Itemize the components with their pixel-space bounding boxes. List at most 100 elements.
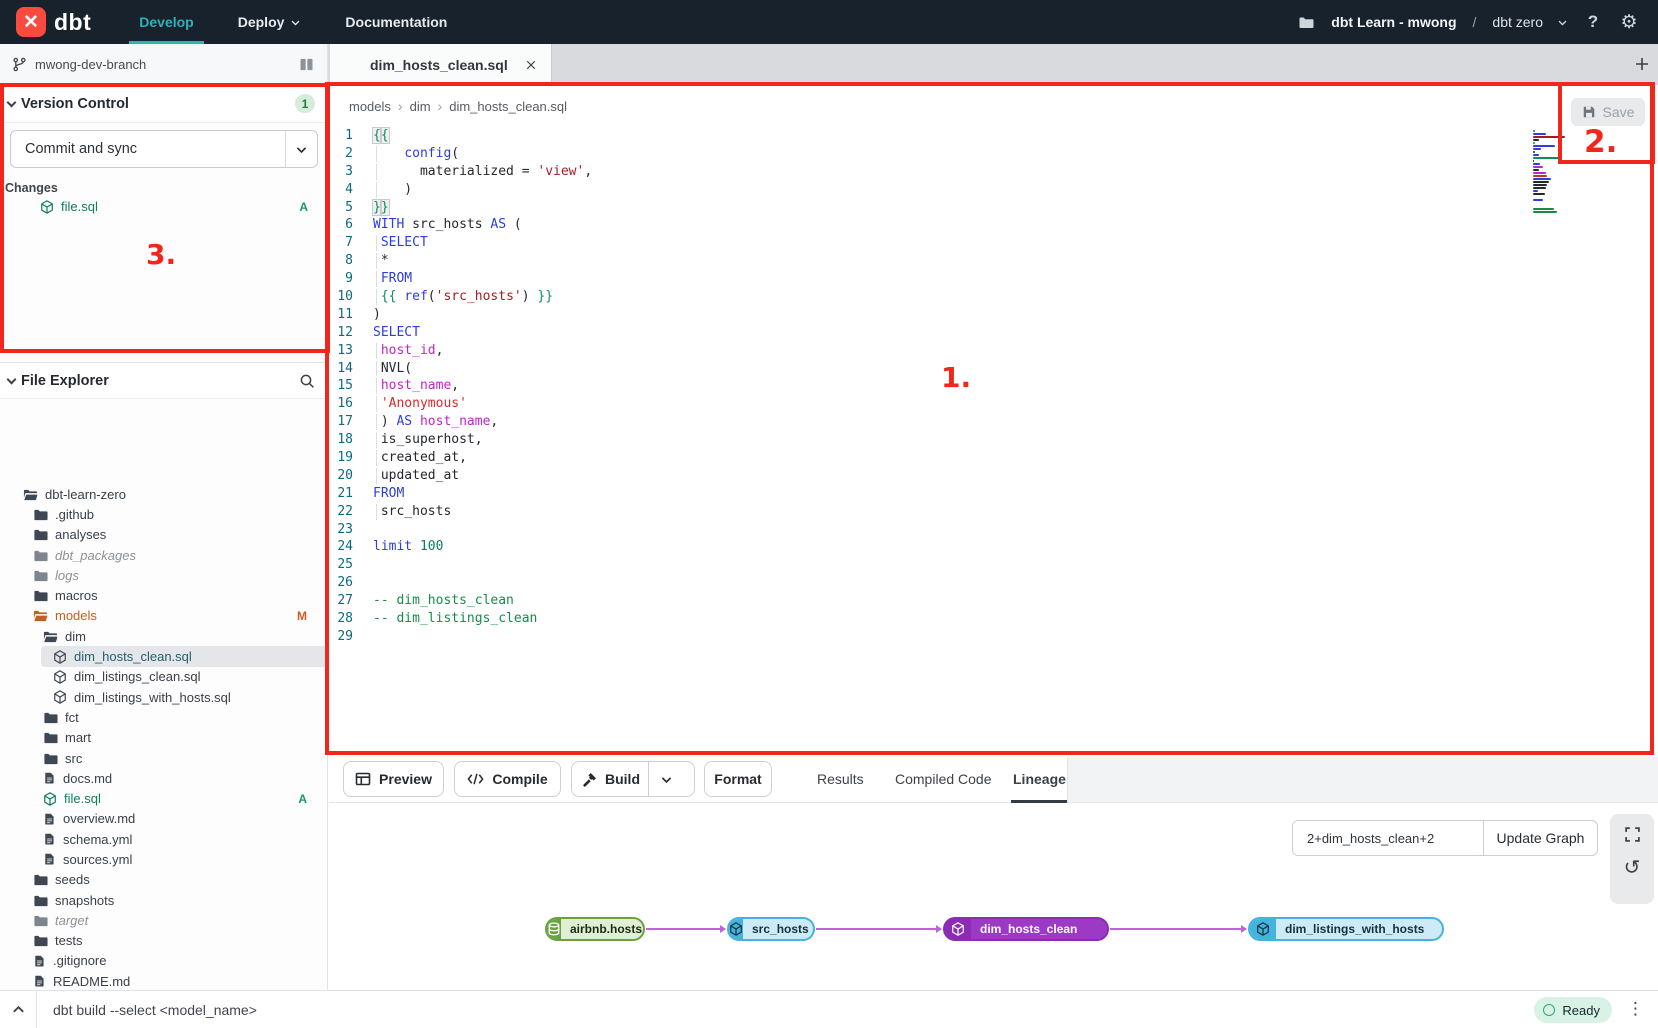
tab-compiled-code[interactable]: Compiled Code [895,757,992,800]
build-options-dropdown[interactable] [648,762,684,796]
account-separator: / [1471,14,1479,30]
changes-label: Changes [5,181,58,195]
tree-item-snapshots[interactable]: snapshots [0,890,327,910]
tree-item-mart[interactable]: mart [0,728,327,748]
file-explorer-section: File Explorer dbt-learn-zero.githubanaly… [0,362,327,399]
file-explorer-header[interactable]: File Explorer [0,362,327,399]
kebab-menu-icon[interactable]: ⋮ [1627,999,1644,1019]
tree-item-.github[interactable]: .github [0,504,327,524]
tab-results[interactable]: Results [817,757,864,800]
chevron-up-icon[interactable] [0,1002,36,1017]
file-icon [33,974,46,988]
minimap-line [1533,130,1535,132]
minimap-line [1533,196,1573,198]
gear-icon[interactable]: ⚙ [1618,11,1640,33]
tree-item-dim_hosts_clean.sql[interactable]: dim_hosts_clean.sql [41,646,327,666]
tree-item-dbt_packages[interactable]: dbt_packages [0,545,327,565]
help-icon[interactable]: ? [1582,11,1604,33]
minimap-line [1533,208,1554,210]
tree-item-dim[interactable]: dim [0,626,327,646]
tree-item-file.sql[interactable]: file.sqlA [0,788,327,808]
commit-and-sync-button[interactable]: Commit and sync [10,130,318,168]
line-number: 19 [329,449,353,467]
chevron-down-icon[interactable] [1557,17,1568,28]
command-bar: dbt build --select <model_name> Ready ⋮ [0,990,1658,1028]
tree-item-src[interactable]: src [0,748,327,768]
lineage-node-dim_listings_with_hosts[interactable]: dim_listings_with_hosts [1248,917,1444,941]
docs-book-icon[interactable] [298,57,315,72]
tree-item-sources.yml[interactable]: sources.yml [0,849,327,869]
tree-item-label: macros [55,588,98,603]
folder-icon [33,913,48,928]
folder-icon [43,730,58,745]
minimap-line [1533,139,1539,141]
command-input[interactable]: dbt build --select <model_name> [53,1002,257,1018]
compile-button[interactable]: Compile [454,761,561,797]
new-tab-icon[interactable] [1634,56,1650,77]
lineage-node-dim_hosts_clean[interactable]: dim_hosts_clean [943,917,1109,941]
top-navbar: ✕ dbt Develop Deploy Documentation dbt L… [0,0,1658,44]
status-badge: M [297,609,307,623]
tree-item-analyses[interactable]: analyses [0,525,327,545]
code-area[interactable]: 1{{2 config(3 materialized = 'view',4 )5… [329,127,1519,646]
minimap-line [1533,166,1543,168]
tree-item-README.md[interactable]: README.md [0,971,327,991]
nav-documentation[interactable]: Documentation [323,0,469,44]
chevron-down-icon [295,143,308,156]
tree-item-overview.md[interactable]: overview.md [0,809,327,829]
code-line-28: 28-- dim_listings_clean [329,610,1519,628]
lineage-graph[interactable]: airbnb.hosts src_hosts dim_hosts_clean dim_… [329,804,1658,990]
line-number: 25 [329,556,353,574]
code-editor[interactable]: models › dim › dim_hosts_clean.sql Save … [329,85,1658,757]
breadcrumb-models[interactable]: models [349,99,391,114]
nav-deploy[interactable]: Deploy [216,0,324,44]
minimap-line [1533,190,1538,192]
tab-lineage[interactable]: Lineage [1013,757,1066,800]
tree-item-fct[interactable]: fct [0,707,327,727]
tree-item-seeds[interactable]: seeds [0,870,327,890]
build-button[interactable]: Build [571,761,695,797]
tree-item-dbt-learn-zero[interactable]: dbt-learn-zero [0,484,327,504]
folder-icon [43,710,58,725]
lineage-node-airbnb.hosts[interactable]: airbnb.hosts [545,917,645,941]
tree-item-label: models [55,608,97,623]
tree-item-.gitignore[interactable]: .gitignore [0,951,327,971]
close-icon[interactable] [525,59,537,71]
tree-item-dim_listings_clean.sql[interactable]: dim_listings_clean.sql [0,667,327,687]
tree-item-logs[interactable]: logs [0,565,327,585]
code-line-8: 8 * [329,252,1519,270]
format-button[interactable]: Format [704,761,772,797]
line-number: 11 [329,306,353,324]
preview-button[interactable]: Preview [343,761,444,797]
minimap-line [1533,181,1549,183]
tree-item-tests[interactable]: tests [0,931,327,951]
model-cube-icon [53,650,67,664]
project-name[interactable]: dbt Learn - mwong [1331,14,1456,30]
ready-status-text: Ready [1562,1003,1600,1018]
code-line-26: 26 [329,574,1519,592]
search-icon[interactable] [299,373,315,389]
changed-file-row[interactable]: file.sql A [0,196,328,217]
branch-name[interactable]: mwong-dev-branch [35,57,146,72]
version-control-header[interactable]: Version Control 1 [0,85,327,123]
tree-item-macros[interactable]: macros [0,585,327,605]
commit-options-dropdown[interactable] [285,131,317,167]
tree-item-label: dim_listings_with_hosts.sql [74,690,231,705]
lineage-node-src_hosts[interactable]: src_hosts [727,917,815,941]
tree-item-schema.yml[interactable]: schema.yml [0,829,327,849]
tree-item-target[interactable]: target [0,910,327,930]
code-line-5: 5}} [329,199,1519,217]
folder-icon [33,872,48,887]
nav-develop[interactable]: Develop [117,0,215,44]
breadcrumb-file[interactable]: dim_hosts_clean.sql [449,99,567,114]
dbt-logo[interactable]: ✕ dbt [0,7,117,37]
save-button[interactable]: Save [1571,98,1645,126]
breadcrumb-dim[interactable]: dim [410,99,431,114]
editor-minimap[interactable] [1533,130,1573,217]
tree-item-dim_listings_with_hosts.sql[interactable]: dim_listings_with_hosts.sql [0,687,327,707]
commit-button-label: Commit and sync [11,141,137,157]
tree-item-docs.md[interactable]: docs.md [0,768,327,788]
environment-name[interactable]: dbt zero [1492,14,1543,30]
tab-dim-hosts-clean[interactable]: dim_hosts_clean.sql [330,44,552,85]
tree-item-models[interactable]: models M [0,606,327,626]
